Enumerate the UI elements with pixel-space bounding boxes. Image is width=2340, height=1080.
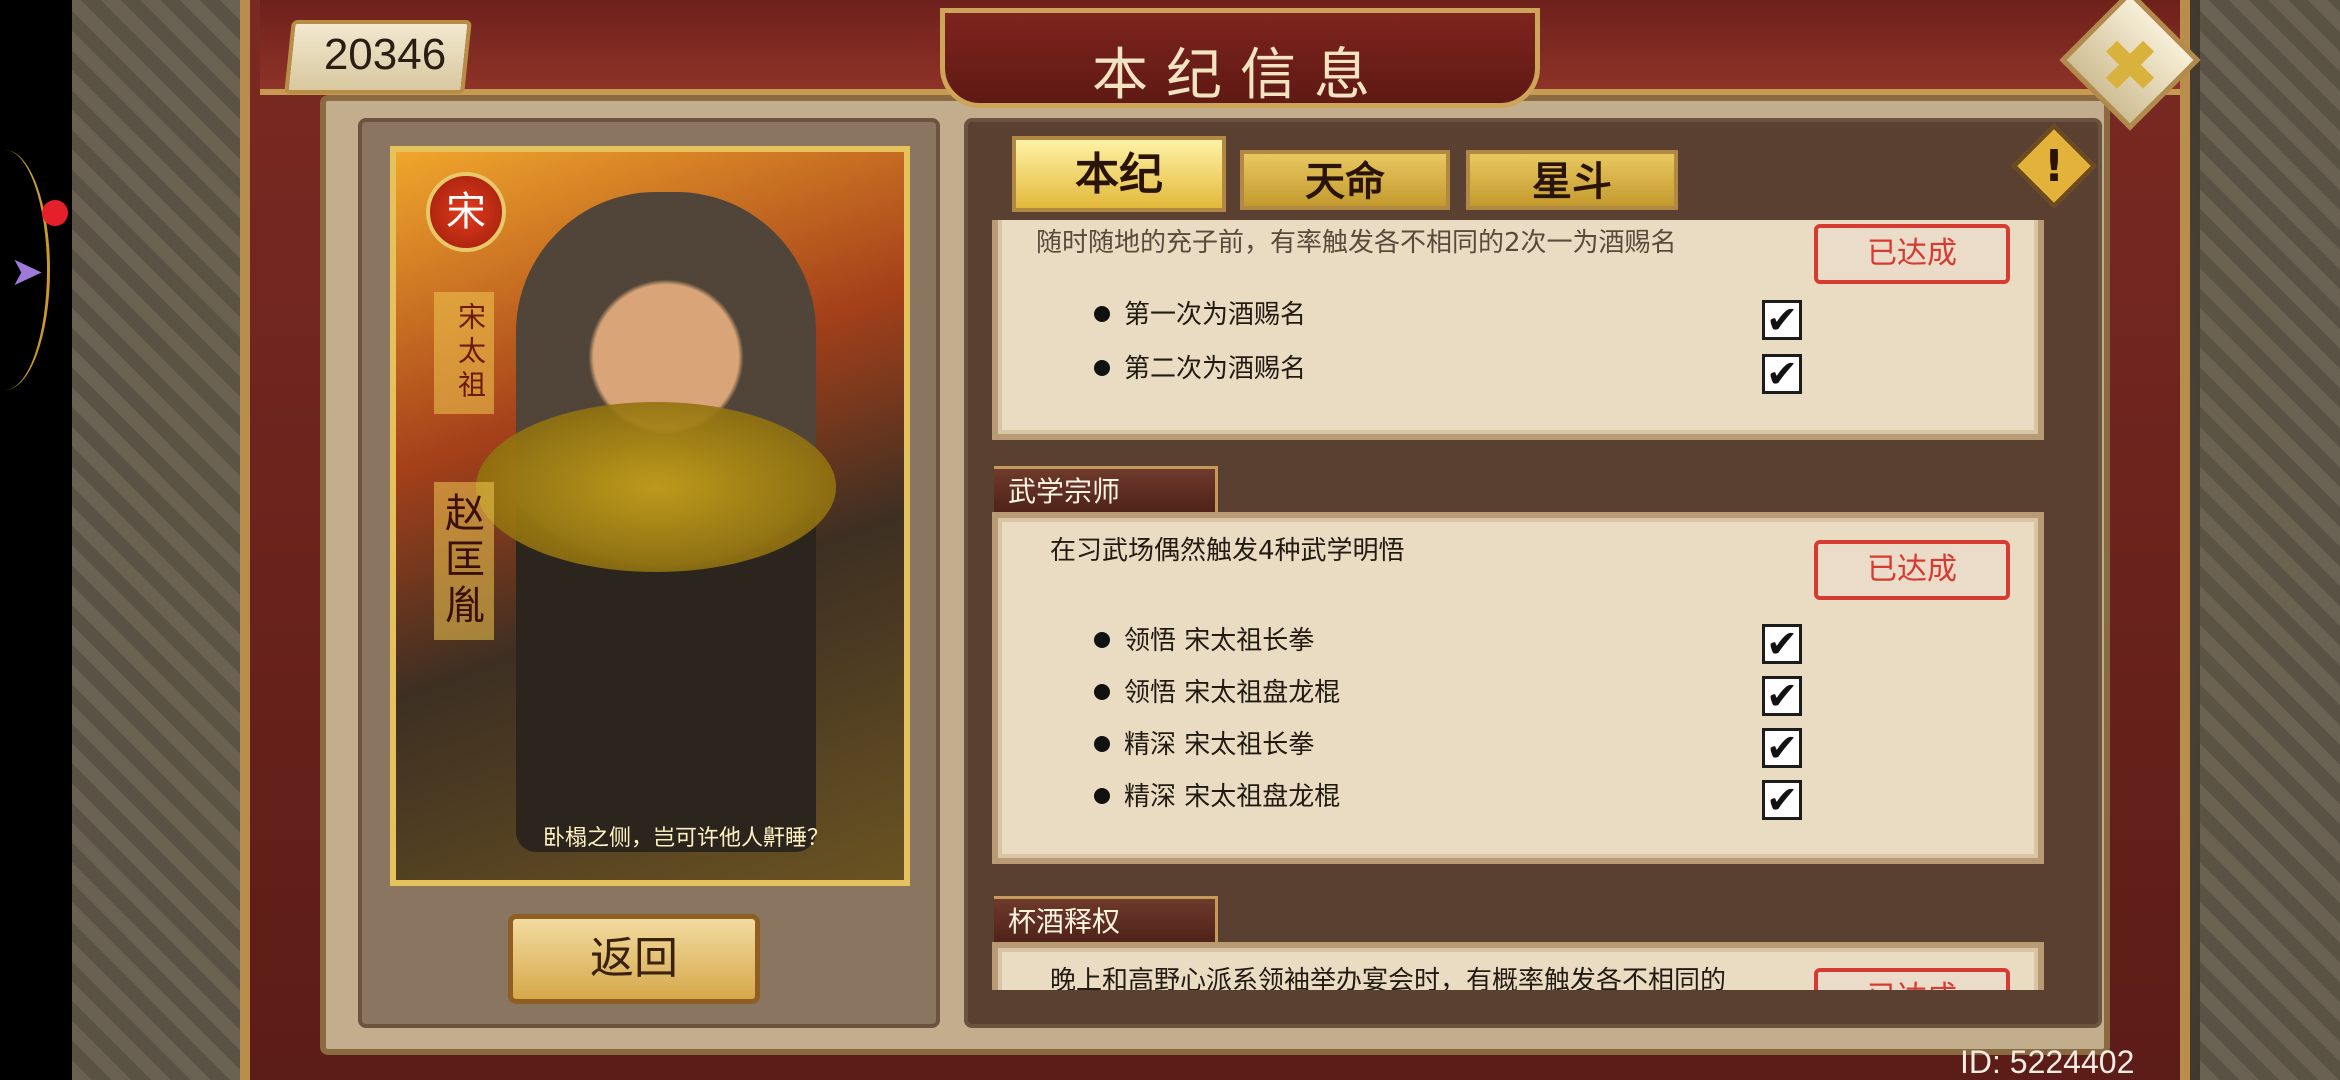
hero-quote: 卧榻之侧，岂可许他人鼾睡？ bbox=[542, 826, 829, 851]
checkbox-icon: ✔ bbox=[1762, 300, 1802, 340]
hero-cloak bbox=[476, 402, 836, 572]
records-scroll-area[interactable]: 随时随地的充子前，有率触发各不相同的2次一为酒赐名 已达成 第一次为酒赐名 ✔ … bbox=[976, 220, 2088, 990]
record-2-req-2: 领悟 宋太祖盘龙棍 bbox=[1124, 678, 1341, 708]
record-1-status-stamp: 已达成 bbox=[1814, 224, 2010, 284]
checkbox-icon: ✔ bbox=[1762, 354, 1802, 394]
floating-arrow-icon[interactable]: ➤ bbox=[10, 252, 44, 292]
dynasty-seal: 宋 bbox=[426, 172, 506, 252]
hero-name: 赵匡胤 bbox=[434, 482, 494, 640]
close-icon[interactable]: ✖ bbox=[2080, 16, 2180, 116]
checkbox-icon: ✔ bbox=[1762, 676, 1802, 716]
bullet-icon bbox=[1094, 306, 1110, 322]
record-2-req-1: 领悟 宋太祖长拳 bbox=[1124, 626, 1315, 656]
bullet-icon bbox=[1094, 788, 1110, 804]
record-2-req-4: 精深 宋太祖盘龙棍 bbox=[1124, 782, 1341, 812]
record-3-title: 杯酒释权 bbox=[994, 896, 1218, 942]
floating-ball-dot[interactable] bbox=[42, 200, 68, 226]
tab-xingdou[interactable]: 星斗 bbox=[1466, 150, 1678, 210]
score-value: 20346 bbox=[323, 30, 447, 79]
bullet-icon bbox=[1094, 632, 1110, 648]
record-3-description: 晚上和高野心派系领袖举办宴会时，有概率触发各不相同的 bbox=[1050, 966, 1727, 990]
record-1-req-2: 第二次为酒赐名 bbox=[1124, 354, 1307, 384]
bullet-icon bbox=[1094, 736, 1110, 752]
record-1-description: 随时随地的充子前，有率触发各不相同的2次一为酒赐名 bbox=[1036, 228, 1677, 258]
checkbox-icon: ✔ bbox=[1762, 728, 1802, 768]
player-id: ID: 5224402 bbox=[1960, 1044, 2135, 1080]
hero-title: 宋太祖 bbox=[434, 292, 494, 414]
page-title: 本纪信息 bbox=[1092, 43, 1388, 108]
record-2-description: 在习武场偶然触发4种武学明悟 bbox=[1050, 536, 1405, 566]
record-1-req-1: 第一次为酒赐名 bbox=[1124, 300, 1307, 330]
checkbox-icon: ✔ bbox=[1762, 624, 1802, 664]
info-icon[interactable]: ! bbox=[2024, 132, 2084, 202]
record-3-status-stamp: 已达成 bbox=[1814, 968, 2010, 990]
checkbox-icon: ✔ bbox=[1762, 780, 1802, 820]
tab-benji[interactable]: 本纪 bbox=[1012, 136, 1226, 212]
hero-card: 宋 宋太祖 赵匡胤 卧榻之侧，岂可许他人鼾睡？ bbox=[390, 146, 910, 886]
back-button[interactable]: 返回 bbox=[508, 914, 760, 1004]
record-2-title: 武学宗师 bbox=[994, 466, 1218, 512]
bullet-icon bbox=[1094, 684, 1110, 700]
tab-tianming[interactable]: 天命 bbox=[1240, 150, 1450, 210]
record-2-status-stamp: 已达成 bbox=[1814, 540, 2010, 600]
pattern-left bbox=[72, 0, 242, 1080]
pattern-right bbox=[2200, 0, 2340, 1080]
bullet-icon bbox=[1094, 360, 1110, 376]
record-2-req-3: 精深 宋太祖长拳 bbox=[1124, 730, 1315, 760]
